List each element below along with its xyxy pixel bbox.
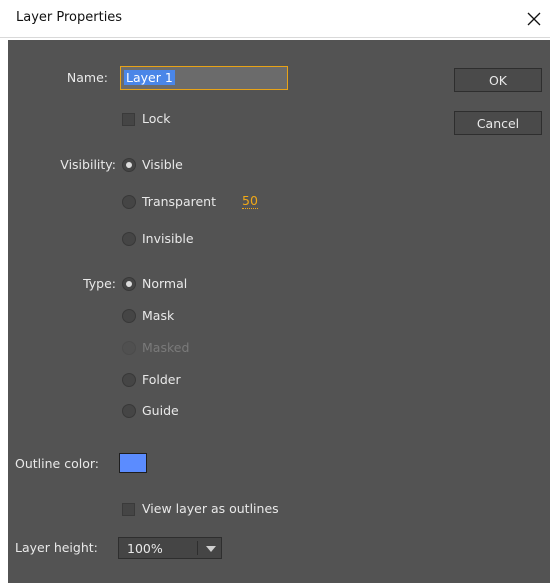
close-icon: [527, 12, 541, 26]
radio-normal-label: Normal: [142, 276, 188, 291]
radio-guide-label: Guide: [142, 403, 179, 418]
radio-folder[interactable]: [122, 373, 136, 387]
radio-normal[interactable]: [122, 277, 136, 291]
ok-button[interactable]: OK: [454, 68, 542, 92]
name-input-value: Layer 1: [124, 70, 175, 85]
radio-mask[interactable]: [122, 309, 136, 323]
radio-visible[interactable]: [122, 158, 136, 172]
title-bar: Layer Properties: [0, 0, 550, 38]
radio-masked-label: Masked: [142, 340, 190, 355]
outline-color-swatch[interactable]: [119, 453, 147, 473]
lock-label: Lock: [142, 111, 171, 126]
type-label: Type:: [83, 276, 116, 291]
window-title: Layer Properties: [16, 10, 123, 25]
name-label: Name:: [66, 70, 108, 85]
visibility-label: Visibility:: [60, 157, 116, 172]
outline-color-label: Outline color:: [15, 456, 99, 471]
radio-masked: [122, 341, 136, 355]
radio-invisible[interactable]: [122, 232, 136, 246]
view-outlines-label: View layer as outlines: [142, 501, 279, 516]
transparency-value[interactable]: 50: [242, 193, 258, 209]
layer-height-label: Layer height:: [15, 540, 98, 555]
close-button[interactable]: [522, 7, 546, 31]
cancel-button[interactable]: Cancel: [454, 111, 542, 135]
radio-invisible-label: Invisible: [142, 231, 194, 246]
radio-transparent-label: Transparent: [142, 194, 217, 209]
layer-height-value: 100%: [127, 541, 163, 556]
radio-guide[interactable]: [122, 404, 136, 418]
radio-visible-label: Visible: [142, 157, 183, 172]
chevron-down-icon: [206, 546, 216, 552]
radio-folder-label: Folder: [142, 372, 181, 387]
view-outlines-checkbox[interactable]: [122, 503, 135, 516]
dropdown-divider: [197, 541, 198, 555]
dialog-body: Name: Layer 1 OK Cancel Lock Visibility:…: [8, 40, 550, 583]
radio-mask-label: Mask: [142, 308, 175, 323]
layer-height-dropdown[interactable]: 100%: [118, 537, 222, 559]
radio-transparent[interactable]: [122, 195, 136, 209]
name-input[interactable]: Layer 1: [120, 66, 288, 90]
lock-checkbox[interactable]: [122, 113, 135, 126]
